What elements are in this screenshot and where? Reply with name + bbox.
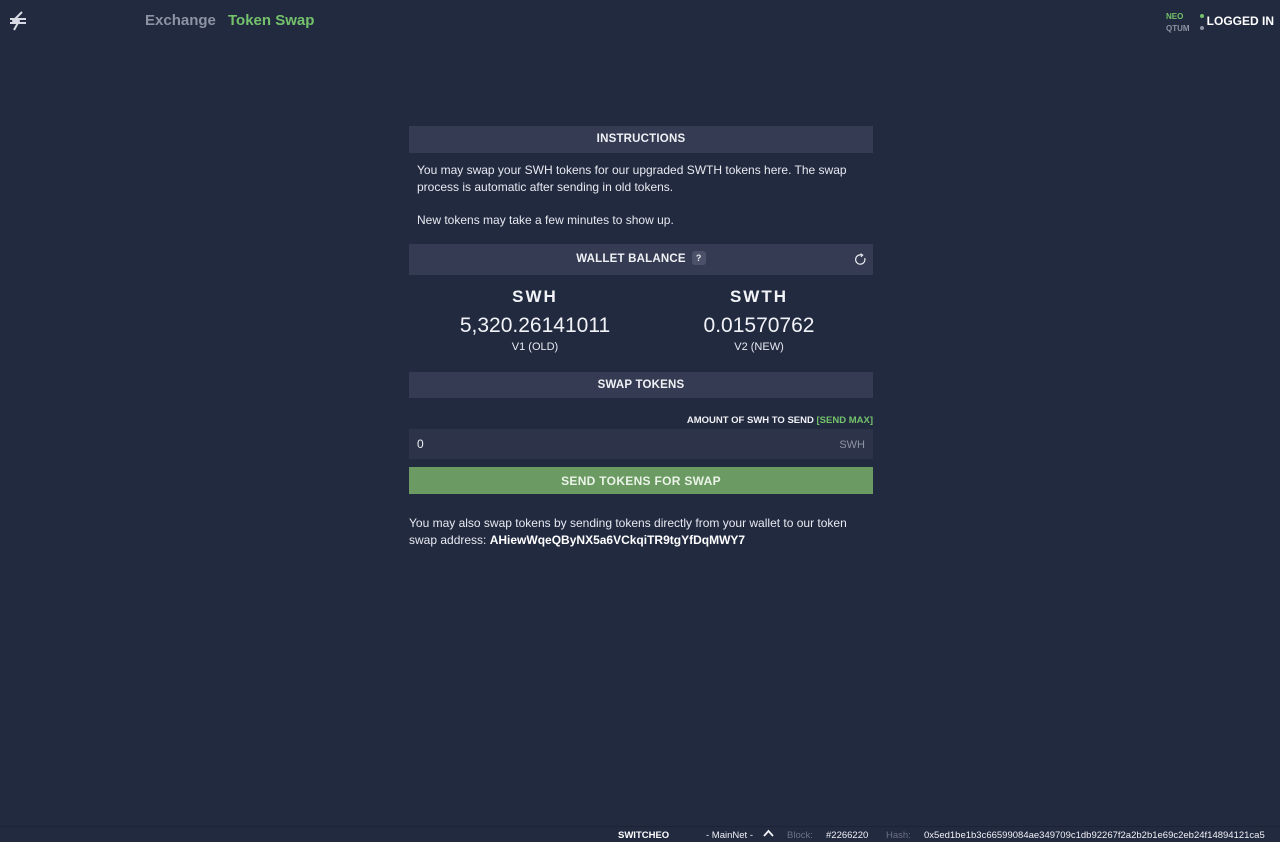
- wallet-balances: SWH 5,320.26141011 V1 (OLD) SWTH 0.01570…: [409, 275, 873, 372]
- balance-new-token: SWTH 0.01570762 V2 (NEW): [659, 287, 859, 353]
- chain-status-neo[interactable]: NEO: [1166, 10, 1204, 22]
- send-tokens-button[interactable]: SEND TOKENS FOR SWAP: [409, 467, 873, 494]
- amount-label: AMOUNT OF SWH TO SEND [SEND MAX]: [409, 415, 873, 426]
- block-number: #2266220: [826, 830, 869, 841]
- amount-input[interactable]: [409, 429, 873, 459]
- help-icon[interactable]: ?: [691, 250, 706, 265]
- token-balance: 0.01570762: [703, 314, 815, 337]
- block-label: Block:: [787, 830, 813, 841]
- token-swap-panel: INSTRUCTIONS You may swap your SWH token…: [409, 126, 873, 549]
- logged-in-button[interactable]: LOGGED IN: [1207, 14, 1274, 28]
- wallet-balance-title: WALLET BALANCE: [576, 253, 686, 265]
- swap-tokens-header: SWAP TOKENS: [409, 372, 873, 398]
- swap-address[interactable]: AHiewWqeQByNX5a6VCkqiTR9tgYfDqMWY7: [490, 533, 745, 547]
- amount-field: SWH: [409, 429, 873, 459]
- wallet-balance-header: WALLET BALANCE?: [409, 244, 873, 275]
- instructions-header: INSTRUCTIONS: [409, 126, 873, 153]
- chain-status-qtum[interactable]: QTUM: [1166, 22, 1204, 34]
- amount-label-text: AMOUNT OF SWH TO SEND: [686, 415, 814, 426]
- chain-name: NEO: [1166, 11, 1184, 21]
- status-footer: SWITCHEO - MainNet - Block: #2266220 Has…: [0, 826, 1280, 842]
- send-max-link[interactable]: [SEND MAX]: [817, 415, 873, 426]
- token-symbol: SWH: [512, 287, 558, 306]
- chevron-up-icon[interactable]: [763, 829, 774, 838]
- token-balance: 5,320.26141011: [459, 314, 611, 337]
- nav-exchange-link[interactable]: Exchange: [145, 12, 216, 29]
- token-version: V1 (OLD): [511, 341, 559, 353]
- token-symbol: SWTH: [729, 287, 789, 306]
- nav-token-swap-link[interactable]: Token Swap: [228, 12, 314, 29]
- status-dot-icon: [1200, 14, 1204, 18]
- switcheo-logo-icon[interactable]: [8, 11, 28, 31]
- network-selector[interactable]: - MainNet -: [706, 830, 753, 841]
- block-hash: 0x5ed1be1b3c66599084ae349709c1db92267f2a…: [924, 830, 1265, 841]
- instructions-text: You may swap your SWH tokens for our upg…: [417, 163, 847, 194]
- status-dot-icon: [1200, 26, 1204, 30]
- instructions-note: New tokens may take a few minutes to sho…: [417, 213, 674, 227]
- amount-unit: SWH: [839, 439, 865, 451]
- instructions-body: You may swap your SWH tokens for our upg…: [409, 153, 873, 229]
- balance-old-token: SWH 5,320.26141011 V1 (OLD): [435, 287, 635, 353]
- chain-name: QTUM: [1166, 23, 1190, 33]
- refresh-icon[interactable]: [854, 253, 867, 266]
- hash-label: Hash:: [886, 830, 911, 841]
- alternative-swap-info: You may also swap tokens by sending toke…: [409, 515, 873, 549]
- chain-status: NEO QTUM: [1166, 10, 1204, 34]
- footer-brand: SWITCHEO: [618, 830, 670, 841]
- token-version: V2 (NEW): [734, 341, 784, 353]
- top-nav: Exchange Token Swap NEO QTUM LOGGED IN: [0, 0, 1280, 42]
